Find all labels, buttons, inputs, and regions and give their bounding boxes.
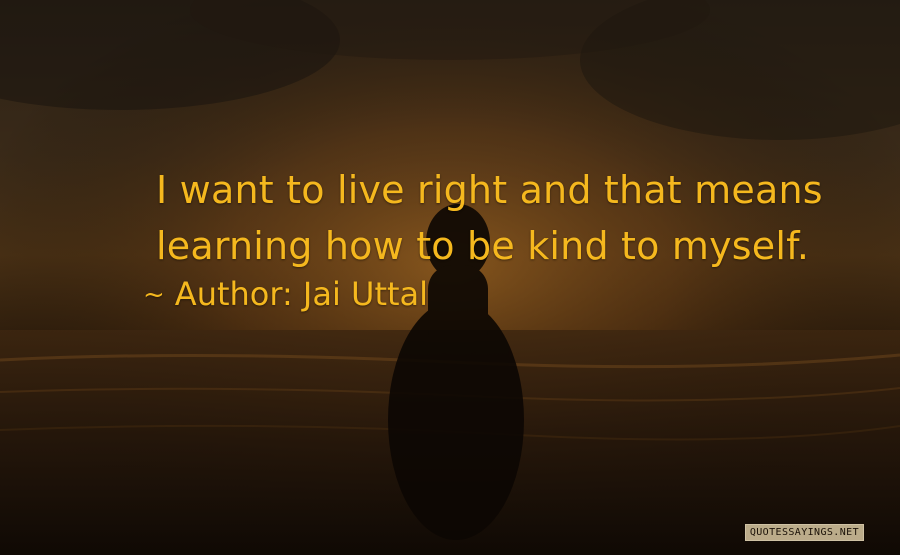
- author-attribution: ~ Author: Jai Uttal: [143, 272, 428, 319]
- quote-line-2: learning how to be kind to myself.: [156, 224, 810, 268]
- site-watermark: QUOTESSAYINGS.NET: [744, 524, 864, 541]
- tilde-mark: ~: [143, 280, 165, 310]
- quote-line-1: I want to live right and that means: [156, 168, 823, 212]
- quote-card: I want to live right and that means lear…: [0, 0, 900, 555]
- quote-text: I want to live right and that means lear…: [156, 162, 856, 274]
- author-label: Author: Jai Uttal: [174, 275, 429, 313]
- sunset-beach-photo: [0, 0, 900, 555]
